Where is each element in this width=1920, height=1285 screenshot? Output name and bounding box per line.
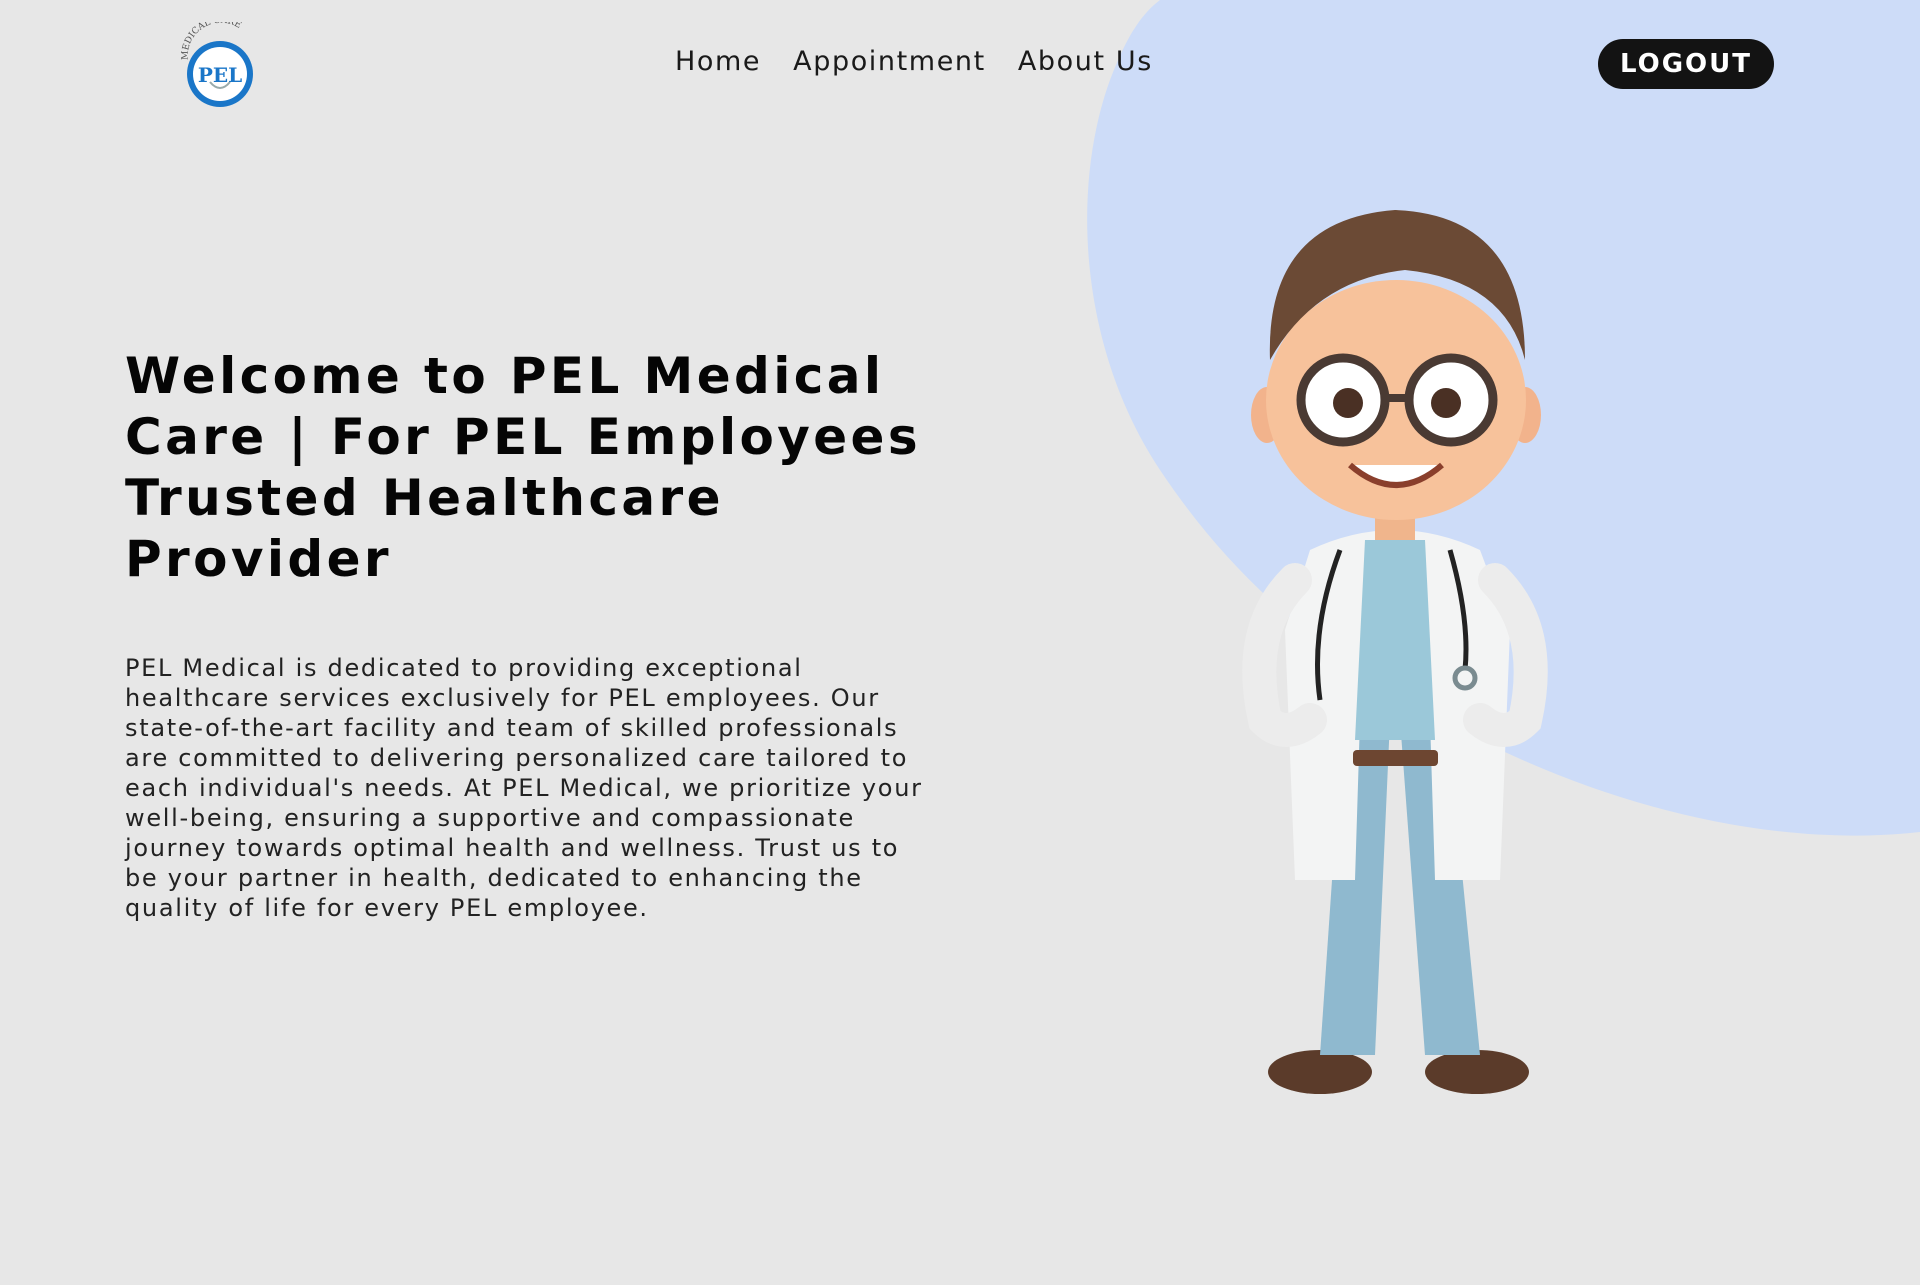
nav-home[interactable]: Home [675,46,761,77]
hero-title: Welcome to PEL Medical Care | For PEL Em… [125,347,922,588]
pel-logo[interactable]: MEDICAL CARE PEL [176,16,264,110]
nav-about-us[interactable]: About Us [1018,46,1153,77]
main-nav: Home Appointment About Us [675,46,1153,77]
hero-description: PEL Medical is dedicated to providing ex… [125,654,923,922]
landing-page: MEDICAL CARE PEL Home Appointment About … [0,0,1920,1285]
logo-brand-text: PEL [198,63,242,87]
site-header: MEDICAL CARE PEL Home Appointment About … [0,0,1920,130]
background-blob [1087,0,1920,836]
logout-button[interactable]: LOGOUT [1598,39,1774,89]
doctor-illustration-icon [1242,210,1548,1094]
nav-appointment[interactable]: Appointment [793,46,986,77]
logo-icon: MEDICAL CARE PEL [181,16,253,107]
